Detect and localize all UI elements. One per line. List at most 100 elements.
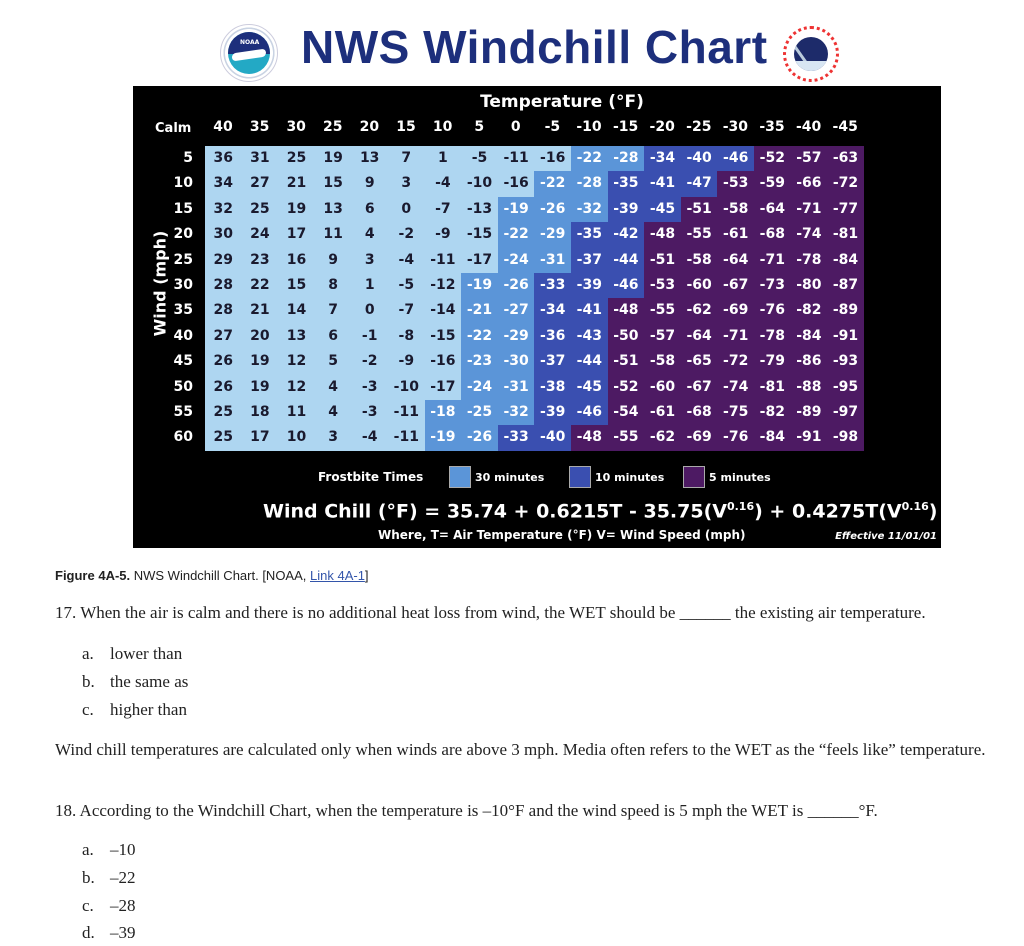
windchill-cell: -52: [754, 146, 791, 172]
temperature-header: -15: [612, 119, 639, 135]
windchill-cell: -35: [571, 222, 608, 248]
q18-option-b: b. –22: [82, 868, 136, 887]
windchill-cell: -97: [827, 400, 864, 426]
windchill-cell: -76: [754, 298, 791, 324]
noaa-logo-icon: NOAA: [220, 24, 278, 82]
windchill-cell: -91: [827, 323, 864, 350]
windchill-cell: -34: [644, 146, 681, 172]
windchill-cell: -47: [680, 171, 718, 197]
question-18: 18. According to the Windchill Chart, wh…: [55, 801, 878, 820]
windchill-cell: 6: [314, 323, 352, 350]
windchill-cell: 19: [241, 349, 279, 375]
question-17: 17. When the air is calm and there is no…: [55, 603, 926, 622]
windchill-cell: -25: [461, 400, 498, 426]
windchill-cell: -15: [461, 222, 498, 248]
windchill-cell: 9: [351, 171, 388, 197]
windchill-cell: 23: [241, 247, 279, 273]
windchill-cell: -35: [607, 171, 645, 197]
windchill-cell: -69: [717, 298, 754, 324]
windchill-cell: -57: [790, 146, 828, 172]
figure-link[interactable]: Link 4A-1: [310, 568, 365, 583]
windchill-cell: -78: [754, 323, 791, 350]
windchill-cell: 31: [241, 146, 279, 172]
temperature-header: 20: [359, 119, 380, 135]
windchill-cell: -69: [680, 425, 718, 451]
windchill-cell: -32: [571, 196, 608, 223]
windchill-formula: Wind Chill (°F) = 35.74 + 0.6215T - 35.7…: [263, 500, 938, 523]
windchill-cell: -67: [680, 374, 718, 400]
windchill-cell: -46: [571, 400, 608, 426]
windchill-cell: -45: [644, 196, 681, 223]
windchill-cell: 11: [278, 400, 315, 426]
windchill-cell: -46: [717, 146, 754, 172]
wind-speed-header: 10: [173, 175, 193, 192]
wind-chill-paragraph: Wind chill temperatures are calculated o…: [55, 740, 986, 759]
windchill-cell: 9: [314, 247, 352, 273]
windchill-cell: -44: [607, 247, 645, 273]
windchill-cell: -77: [827, 196, 864, 223]
windchill-cell: -11: [497, 146, 535, 172]
windchill-cell: -41: [571, 298, 608, 324]
windchill-cell: -22: [497, 222, 535, 248]
frostbite-legend: Frostbite Times 30 minutes 10 minutes 5 …: [133, 466, 941, 490]
temperature-header: 15: [396, 119, 416, 135]
windchill-cell: -89: [827, 298, 864, 324]
windchill-cell: 16: [278, 247, 315, 273]
windchill-cell: 12: [278, 349, 315, 375]
windchill-cell: -9: [388, 349, 425, 375]
wind-speed-header: 50: [173, 378, 193, 395]
q18-option-d: d. –39: [82, 923, 136, 942]
windchill-cell: -24: [497, 247, 535, 273]
windchill-cell: -71: [790, 196, 828, 223]
windchill-cell: -18: [424, 400, 462, 426]
windchill-cell: -81: [827, 222, 864, 248]
windchill-cell: -31: [497, 374, 535, 400]
windchill-cell: -15: [424, 323, 462, 350]
windchill-cell: 13: [314, 196, 352, 223]
windchill-cell: 3: [388, 171, 425, 197]
legend-label-10min: 10 minutes: [595, 471, 665, 484]
windchill-cell: -53: [717, 171, 754, 197]
windchill-cell: -22: [461, 323, 498, 350]
wind-speed-header: 15: [173, 200, 193, 217]
windchill-cell: -2: [351, 349, 388, 375]
windchill-cell: -76: [717, 425, 754, 451]
windchill-cell: -16: [497, 171, 535, 197]
windchill-cell: 22: [241, 273, 279, 299]
windchill-cell: -50: [607, 323, 645, 350]
windchill-cell: -39: [571, 273, 608, 299]
windchill-cell: -51: [607, 349, 645, 375]
windchill-cell: -13: [461, 196, 498, 223]
windchill-cell: -55: [644, 298, 681, 324]
windchill-cell: 12: [278, 374, 315, 400]
wind-speed-header: 5: [183, 150, 193, 166]
windchill-cell: 13: [351, 146, 388, 172]
windchill-cell: -3: [351, 374, 388, 400]
windchill-cell: -10: [388, 374, 425, 400]
temperature-header: -10: [576, 119, 602, 135]
windchill-cell: -71: [717, 323, 754, 350]
windchill-cell: -3: [351, 400, 388, 426]
windchill-cell: -57: [644, 323, 681, 350]
windchill-grid: 36 31 25 19 13 7 1 -5 -11 -16 -22 -28 -34 -40 -46 -52 -5…: [205, 146, 937, 451]
windchill-cell: 19: [314, 146, 352, 172]
windchill-cell: -82: [790, 298, 828, 324]
legend-label-30min: 30 minutes: [475, 471, 545, 484]
windchill-cell: 5: [314, 349, 352, 375]
windchill-cell: -48: [571, 425, 608, 451]
legend-swatch-10min: [569, 466, 591, 488]
q17-option-b: b. the same as: [82, 672, 189, 691]
temperature-axis-title: Temperature (°F): [480, 92, 644, 112]
windchill-cell: -31: [534, 247, 571, 273]
q17-option-c: c. higher than: [82, 700, 187, 719]
windchill-cell: -23: [461, 349, 498, 375]
temperature-header: 10: [432, 119, 453, 135]
windchill-cell: -91: [790, 425, 828, 451]
windchill-cell: 15: [314, 171, 352, 197]
windchill-cell: 21: [278, 171, 315, 197]
windchill-cell: 4: [351, 222, 388, 248]
windchill-cell: -16: [424, 349, 462, 375]
windchill-cell: -63: [827, 146, 864, 172]
windchill-cell: -52: [607, 374, 645, 400]
windchill-cell: -33: [534, 273, 571, 299]
